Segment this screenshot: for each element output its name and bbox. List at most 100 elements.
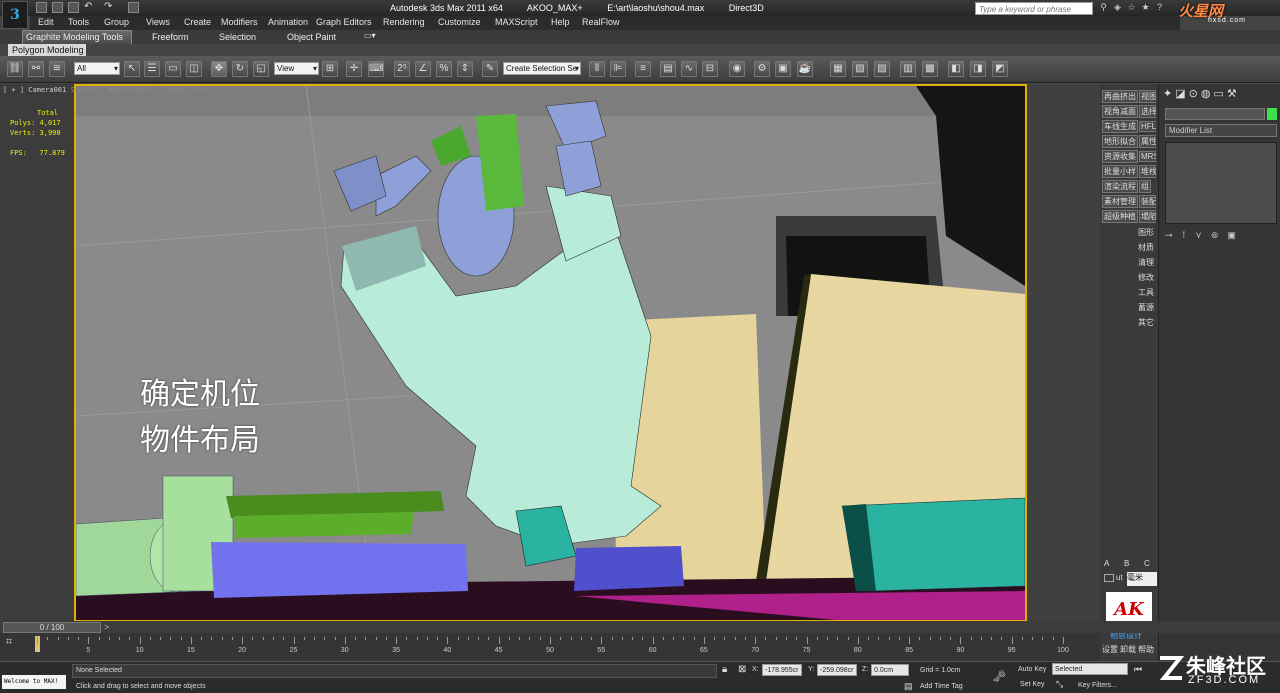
menu-graph-editors[interactable]: Graph Editors <box>316 17 372 27</box>
go-to-start-icon[interactable]: ⏮ <box>1134 664 1142 675</box>
plugin-tab-b[interactable]: B <box>1124 559 1136 573</box>
save-file-icon[interactable] <box>68 2 79 13</box>
units-dropdown[interactable]: 毫米 <box>1127 572 1157 586</box>
z-coordinate-field[interactable]: 0.0cm <box>871 664 909 676</box>
menu-rendering[interactable]: Rendering <box>383 17 425 27</box>
viewport-shading-mode[interactable]: Smooth + Highlights + Edged Faces <box>70 86 209 94</box>
set-key-icon[interactable]: 🗝︎ <box>992 670 1006 683</box>
time-tag-icon[interactable]: ▤ <box>904 681 913 692</box>
plugin-help-button[interactable]: 帮助 <box>1138 644 1156 658</box>
modifier-list-dropdown[interactable]: Modifier List <box>1165 124 1277 137</box>
extra-tool-icon-8[interactable]: ◩ <box>992 61 1008 77</box>
spinner-snap-icon[interactable]: ⇕ <box>457 61 473 77</box>
extra-tool-icon-1[interactable]: ▦ <box>830 61 846 77</box>
edit-named-selection-icon[interactable]: ✎ <box>482 61 498 77</box>
keyboard-shortcut-icon[interactable]: ⌨ <box>368 61 384 77</box>
y-coordinate-field[interactable]: -259.098cr <box>817 664 857 676</box>
curve-editor-mini-icon[interactable]: ⌗ <box>6 636 24 650</box>
menu-customize[interactable]: Customize <box>438 17 481 27</box>
bind-space-warp-icon[interactable]: ≋ <box>49 61 65 77</box>
plugin-row-1[interactable]: 再曲挤出 视图 <box>1102 90 1156 104</box>
menu-tools[interactable]: Tools <box>68 17 89 27</box>
select-by-name-icon[interactable]: ☰ <box>144 61 160 77</box>
favorites-icon[interactable]: ★ <box>1140 2 1151 13</box>
settings-button[interactable]: 设置 <box>1102 644 1120 658</box>
communication-icon[interactable]: ☆ <box>1126 2 1137 13</box>
x-coordinate-field[interactable]: -178.955cr <box>762 664 802 676</box>
lock-icon[interactable]: 🔒︎ <box>722 664 727 675</box>
add-time-tag[interactable]: Add Time Tag <box>920 683 963 690</box>
object-color-swatch[interactable] <box>1267 108 1277 120</box>
extra-tool-icon-5[interactable]: ▩ <box>922 61 938 77</box>
extra-tool-icon-6[interactable]: ◧ <box>948 61 964 77</box>
command-panel-tabs[interactable]: ✦◪⊙◍▭⚒ <box>1163 87 1279 103</box>
extra-tool-icon-7[interactable]: ◨ <box>970 61 986 77</box>
rect-selection-icon[interactable]: ▭ <box>165 61 181 77</box>
plugin-row-9[interactable]: 超级种植 塌陷 <box>1102 210 1156 224</box>
modifier-stack[interactable] <box>1165 142 1277 224</box>
viewport-camera-name[interactable]: Camera001 <box>28 86 66 94</box>
time-slider-next-icon[interactable]: > <box>104 622 109 632</box>
units-checkbox[interactable] <box>1104 574 1114 582</box>
graphite-toggle-icon[interactable]: ▤ <box>660 61 676 77</box>
tab-freeform[interactable]: Freeform <box>152 32 189 42</box>
plugin-row-7[interactable]: 渲染流程组 <box>1102 180 1156 194</box>
tab-object-paint[interactable]: Object Paint <box>287 32 336 42</box>
project-folder-icon[interactable] <box>128 2 139 13</box>
manipulate-icon[interactable]: ✛ <box>346 61 362 77</box>
select-and-rotate-icon[interactable]: ↻ <box>232 61 248 77</box>
redo-icon[interactable]: ↷ <box>104 2 115 13</box>
named-selection-dropdown[interactable]: Create Selection Se <box>503 62 581 75</box>
menu-views[interactable]: Views <box>146 17 170 27</box>
plugin-row-3[interactable]: 车线生成 HFL <box>1102 120 1156 134</box>
unlink-icon[interactable]: ⚯ <box>28 61 44 77</box>
purple-block-small[interactable] <box>574 546 684 591</box>
subscription-icon[interactable]: ◈ <box>1112 2 1123 13</box>
absolute-mode-icon[interactable]: ⊠ <box>738 664 746 675</box>
green-box-mid[interactable] <box>234 512 414 538</box>
help-search-input[interactable]: Type a keyword or phrase <box>975 2 1093 15</box>
menu-maxscript[interactable]: MAXScript <box>495 17 538 27</box>
tab-selection[interactable]: Selection <box>219 32 256 42</box>
stack-controls[interactable]: ⊸⊺⋎⊚▣ <box>1165 230 1277 244</box>
tab-polygon-modeling[interactable]: Polygon Modeling <box>8 44 86 56</box>
auto-key-button[interactable]: Auto Key <box>1018 666 1046 673</box>
search-icon[interactable]: ⚲ <box>1098 2 1109 13</box>
menu-animation[interactable]: Animation <box>268 17 308 27</box>
menu-create[interactable]: Create <box>184 17 211 27</box>
reference-coordinate-dropdown[interactable]: View <box>274 62 319 75</box>
menu-realflow[interactable]: RealFlow <box>582 17 620 27</box>
key-set-dropdown[interactable]: Selected <box>1052 663 1128 675</box>
extra-tool-icon-3[interactable]: ▨ <box>874 61 890 77</box>
angle-snap-icon[interactable]: ∠ <box>415 61 431 77</box>
render-setup-icon[interactable]: ⚙ <box>754 61 770 77</box>
new-file-icon[interactable] <box>36 2 47 13</box>
select-and-scale-icon[interactable]: ◱ <box>253 61 269 77</box>
window-crossing-icon[interactable]: ◫ <box>186 61 202 77</box>
schematic-view-icon[interactable]: ⊟ <box>702 61 718 77</box>
material-editor-icon[interactable]: ◉ <box>729 61 745 77</box>
pivot-center-icon[interactable]: ⊞ <box>322 61 338 77</box>
select-and-move-icon[interactable]: ✥ <box>211 61 227 77</box>
help-icon[interactable]: ? <box>1154 2 1165 13</box>
object-name-field[interactable] <box>1165 108 1265 120</box>
select-object-icon[interactable]: ↖ <box>124 61 140 77</box>
align-icon[interactable]: ⊫ <box>610 61 626 77</box>
percent-snap-icon[interactable]: % <box>436 61 452 77</box>
plugin-row-2[interactable]: 视角减面 选择 <box>1102 105 1156 119</box>
plugin-row-5[interactable]: 资源收集MRS <box>1102 150 1156 164</box>
mirror-icon[interactable]: ⫴ <box>589 61 605 77</box>
viewport-menu-bracket[interactable]: [ + ] <box>3 86 24 94</box>
ribbon-options-icon[interactable]: ▭▾ <box>364 31 376 40</box>
select-and-link-icon[interactable]: ⛓ <box>7 61 23 77</box>
app-logo-button[interactable]: 3 <box>2 1 28 29</box>
plugin-row-6[interactable]: 批量小样 堆栈 <box>1102 165 1156 179</box>
plugin-row-4[interactable]: 地形拟合 属性 <box>1102 135 1156 149</box>
snaps-toggle-icon[interactable]: 2⁵ <box>394 61 410 77</box>
menu-group[interactable]: Group <box>104 17 129 27</box>
set-key-button[interactable]: Set Key <box>1020 681 1045 688</box>
key-filter-icon[interactable]: ⤡ <box>1056 679 1063 690</box>
track-bar[interactable]: ⌗ 0 5 10 15 20 25 30 35 40 45 50 55 60 65 70 75 80 85 90 95… <box>0 633 1100 661</box>
plugin-tab-c[interactable]: C <box>1144 559 1156 573</box>
extra-tool-icon-2[interactable]: ▧ <box>852 61 868 77</box>
